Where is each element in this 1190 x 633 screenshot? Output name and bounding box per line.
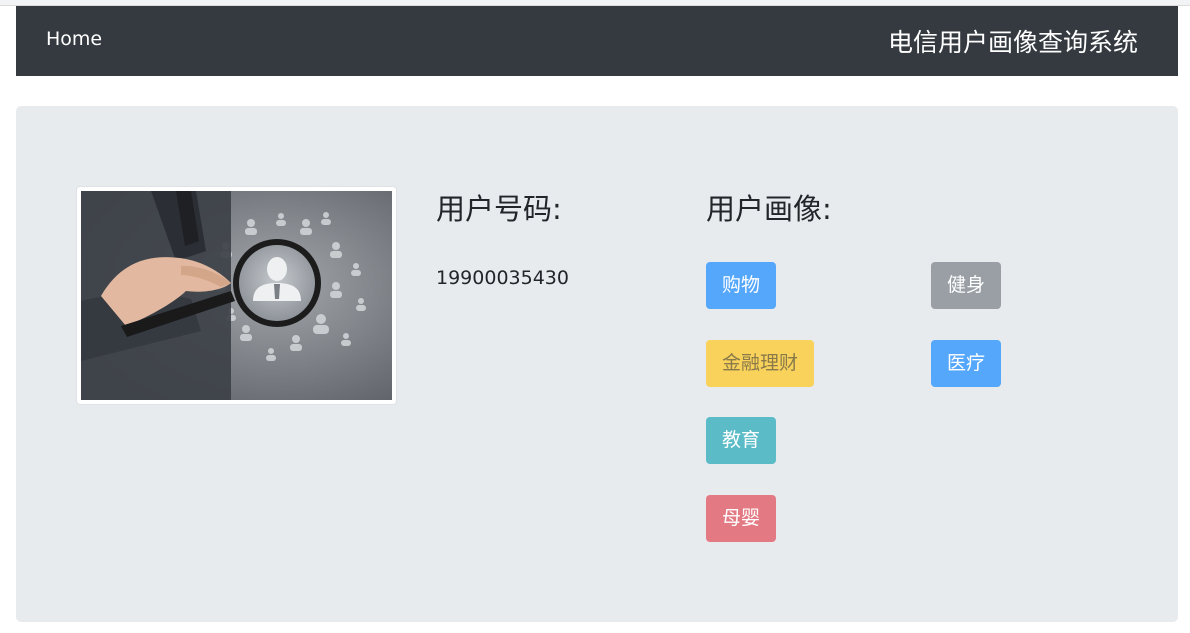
tag-shopping[interactable]: 购物 [706,262,777,309]
tag-fitness[interactable]: 健身 [931,262,1002,309]
user-profile-panel: 用户号码: 19900035430 用户画像: 购物 健身 金融理财 医疗 教育… [16,106,1178,622]
user-search-image [81,191,392,400]
tag-finance[interactable]: 金融理财 [706,340,815,387]
tag-education[interactable]: 教育 [706,417,777,464]
tag-maternal[interactable]: 母婴 [706,495,777,542]
user-photo-frame [76,186,397,405]
home-link[interactable]: Home [46,28,102,50]
user-portrait-label: 用户画像: [706,192,832,226]
tag-medical[interactable]: 医疗 [931,340,1002,387]
user-number-value: 19900035430 [436,267,569,289]
top-navbar: Home 电信用户画像查询系统 [16,6,1178,76]
system-title: 电信用户画像查询系统 [887,28,1138,57]
user-number-label: 用户号码: [436,192,562,226]
